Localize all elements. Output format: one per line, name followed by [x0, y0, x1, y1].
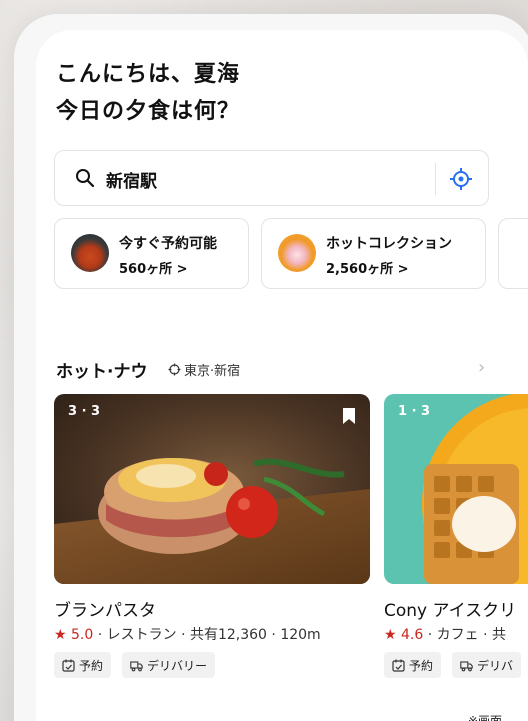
calendar-check-icon [62, 659, 75, 672]
app-screen: こんにちは、夏海 今日の夕食は何？ 新宿駅 今すぐ予約可能 560ヶ所 > ホッ… [36, 30, 528, 721]
search-divider [435, 163, 436, 195]
tag-delivery: デリバリー [122, 652, 216, 678]
restaurant-name[interactable]: Cony アイスクリ [384, 596, 516, 621]
search-icon [76, 169, 95, 188]
quick-card-count: 560ヶ所 > [119, 262, 188, 277]
pasta-food-image [54, 394, 370, 584]
dessert-thumbnail [278, 234, 316, 272]
greeting-line-1: こんにちは、夏海 [56, 62, 241, 87]
restaurant-meta: ★ 5.0 · レストラン · 共有12,360 · 120m [54, 624, 321, 644]
restaurant-name[interactable]: ブランパスタ [54, 596, 156, 621]
star-icon: ★ [384, 627, 397, 643]
photo-pager: 1 · 3 [398, 404, 431, 419]
photo-pager: 3 · 3 [68, 404, 101, 419]
waffle-food-image [384, 394, 528, 584]
quick-card-title: 今すぐ予約可能 [119, 236, 217, 252]
restaurant-photo[interactable]: 3 · 3 [54, 394, 370, 584]
quick-card-available[interactable]: 今すぐ予約可能 560ヶ所 > [54, 218, 249, 289]
locate-icon [168, 363, 181, 376]
locate-icon[interactable] [448, 166, 474, 192]
tag-delivery: デリバ [452, 652, 522, 678]
rating: 4.6 [401, 627, 424, 643]
tag-label: 予約 [79, 658, 104, 673]
restaurant-meta: ★ 4.6 · カフェ · 共 [384, 624, 506, 644]
search-bar[interactable]: 新宿駅 [54, 150, 489, 206]
restaurant-details: · レストラン · 共有12,360 · 120m [93, 627, 321, 643]
tag-reserve: 予約 [384, 652, 442, 678]
section-location[interactable]: 東京·新宿 [168, 360, 240, 379]
calendar-check-icon [392, 659, 405, 672]
tag-label: デリバ [477, 658, 514, 673]
delivery-truck-icon [460, 660, 473, 671]
quick-card-partial[interactable] [498, 218, 528, 289]
greeting-line-2: 今日の夕食は何？ [56, 99, 241, 124]
greeting: こんにちは、夏海 今日の夕食は何？ [56, 56, 240, 130]
search-input[interactable]: 新宿駅 [106, 167, 157, 192]
star-icon: ★ [54, 627, 67, 643]
restaurant-photo[interactable]: 1 · 3 [384, 394, 528, 584]
section-location-label: 東京·新宿 [184, 364, 241, 379]
footnote: ※画面 [468, 714, 503, 721]
quick-card-count: 2,560ヶ所 > [326, 262, 409, 277]
delivery-truck-icon [130, 660, 143, 671]
bookmark-icon[interactable] [342, 407, 356, 425]
tag-label: デリバリー [147, 658, 208, 673]
tag-label: 予約 [409, 658, 434, 673]
section-title: ホット·ナウ [56, 362, 148, 382]
tag-reserve: 予約 [54, 652, 112, 678]
quick-card-title: ホットコレクション [326, 236, 452, 252]
dish-thumbnail [71, 234, 109, 272]
restaurant-details: · カフェ · 共 [423, 627, 506, 643]
chevron-right-icon[interactable]: › [478, 357, 485, 378]
quick-card-hot-collection[interactable]: ホットコレクション 2,560ヶ所 > [261, 218, 486, 289]
rating: 5.0 [71, 627, 94, 643]
